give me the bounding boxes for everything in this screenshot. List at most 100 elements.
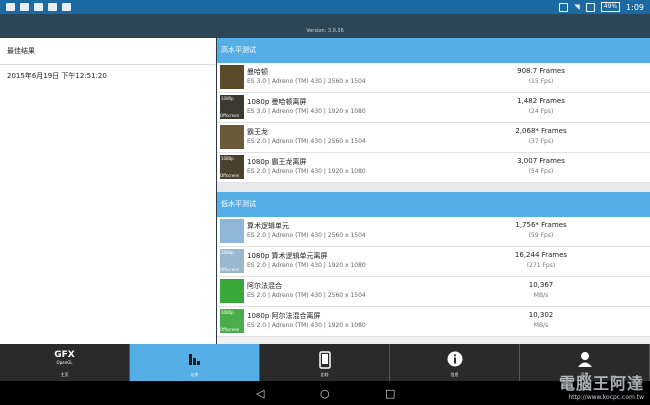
tab-home[interactable]: GFX OpenGL 主页	[0, 344, 130, 381]
thumbnail-offscreen-label: Offscreen	[220, 173, 240, 178]
test-thumbnail	[220, 65, 244, 89]
camera-icon	[62, 3, 71, 11]
info-icon	[447, 351, 463, 371]
watermark-url: http://www.kocpc.com.tw	[568, 394, 644, 401]
watermark-title: 電腦王阿達	[558, 374, 644, 393]
test-thumbnail	[220, 125, 244, 149]
test-name: 霸王龙	[247, 128, 268, 136]
test-fps: (271 Fps)	[526, 262, 556, 269]
home-icon[interactable]: ○	[320, 387, 330, 400]
test-name: 1080p 曼哈顿离屏	[247, 98, 307, 106]
test-thumbnail: 1080p Offscreen	[220, 95, 244, 119]
test-name: 阿尔法混合	[247, 282, 282, 290]
test-fps: MB/s	[533, 322, 549, 329]
test-fps: (54 Fps)	[528, 168, 554, 175]
phone-icon	[318, 351, 331, 373]
test-name: 1080p 霸王龙离屏	[247, 158, 307, 166]
test-info: ES 2.0 | Adreno (TM) 430 | 2560 x 1504	[247, 232, 366, 239]
gfx-logo-text: GFX	[54, 350, 75, 360]
test-score: 1,756* Frames	[515, 221, 567, 229]
test-thumbnail: 1080p Offscreen	[220, 155, 244, 179]
thumbnail-resolution-label: 1080p	[221, 156, 234, 161]
test-thumbnail: 1080p Offscreen	[220, 309, 244, 333]
thumbnail-offscreen-label: Offscreen	[220, 267, 240, 272]
test-row[interactable]: 阿尔法混合 ES 2.0 | Adreno (TM) 430 | 2560 x 1…	[217, 277, 650, 307]
test-fps: (37 Fps)	[528, 138, 554, 145]
tab-results[interactable]: 结果	[130, 344, 260, 381]
notification-icons	[6, 3, 71, 11]
status-bar: ◥ 49% 1:09	[0, 0, 650, 14]
test-info: ES 2.0 | Adreno (TM) 430 | 1920 x 1080	[247, 262, 366, 269]
thumbnail-offscreen-label: Offscreen	[220, 113, 240, 118]
test-row[interactable]: 算术逻辑单元 ES 2.0 | Adreno (TM) 430 | 2560 x …	[217, 217, 650, 247]
notification-icon	[20, 3, 29, 11]
tab-compare[interactable]: 比较	[260, 344, 390, 381]
test-fps: (24 Fps)	[528, 108, 554, 115]
result-date-item[interactable]: 2015年6月19日 下午12:51:20	[0, 65, 216, 87]
tab-info-label: 信息	[450, 372, 459, 377]
system-nav-bar: ◁ ○ □ 電腦王阿達 http://www.kocpc.com.tw	[0, 374, 650, 405]
thumbnail-offscreen-label: Offscreen	[220, 327, 240, 332]
notification-icon	[34, 3, 43, 11]
test-score: 10,367	[528, 281, 554, 289]
test-score: 16,244 Frames	[514, 251, 568, 259]
best-results-heading: 最佳结果	[0, 38, 216, 65]
mute-icon	[585, 2, 595, 12]
test-info: ES 2.0 | Adreno (TM) 430 | 2560 x 1504	[247, 138, 366, 145]
test-row[interactable]: 1080p Offscreen 1080p 霸王龙离屏 ES 2.0 | Adreno…	[217, 153, 650, 183]
test-info: ES 2.0 | Adreno (TM) 430 | 1920 x 1080	[247, 322, 366, 329]
best-results-panel: 最佳结果 2015年6月19日 下午12:51:20	[0, 38, 216, 344]
test-info: ES 2.0 | Adreno (TM) 430 | 1920 x 1080	[247, 168, 366, 175]
test-row[interactable]: 1080p Offscreen 1080p 曼哈顿离屏 ES 3.0 | Adreno…	[217, 93, 650, 123]
bottom-tab-bar: GFX OpenGL 主页 结果 比较 信息 设置	[0, 344, 650, 381]
test-row[interactable]: 曼哈顿 ES 3.0 | Adreno (TM) 430 | 2560 x 150…	[217, 63, 650, 93]
bar-chart-icon	[187, 351, 203, 371]
tab-results-label: 结果	[190, 372, 199, 377]
test-row[interactable]: 1080p Offscreen 1080p 算术逻辑单元离屏 ES 2.0 | Adr…	[217, 247, 650, 277]
thumbnail-resolution-label: 1080p	[221, 96, 234, 101]
back-icon[interactable]: ◁	[256, 387, 264, 400]
tab-compare-label: 比较	[320, 372, 329, 377]
test-thumbnail	[220, 279, 244, 303]
app-title-bar: Version: 3.0.36	[0, 14, 650, 38]
test-score: 10,302	[528, 311, 554, 319]
test-name: 算术逻辑单元	[247, 222, 289, 230]
wifi-icon: ◥	[574, 3, 580, 11]
test-info: ES 3.0 | Adreno (TM) 430 | 1920 x 1080	[247, 108, 366, 115]
version-label: Version: 3.0.36	[306, 28, 344, 34]
section-header-high: 高水平测试	[217, 38, 650, 63]
battery-icon: 49%	[600, 2, 621, 12]
section-gap	[217, 183, 650, 192]
nfc-icon	[559, 2, 569, 12]
test-score: 908.7 Frames	[517, 67, 565, 75]
watermark: 電腦王阿達 http://www.kocpc.com.tw	[559, 370, 644, 401]
test-name: 1080p 算术逻辑单元离屏	[247, 252, 328, 260]
gfx-logo-subtext: OpenGL	[56, 360, 73, 365]
test-score: 3,007 Frames	[517, 157, 565, 165]
clock: 1:09	[626, 2, 644, 12]
notification-icon	[48, 3, 57, 11]
test-name: 1080p 阿尔法混合离屏	[247, 312, 321, 320]
test-score: 2,068* Frames	[515, 127, 567, 135]
test-row[interactable]: 霸王龙 ES 2.0 | Adreno (TM) 430 | 2560 x 150…	[217, 123, 650, 153]
test-score: 1,482 Frames	[517, 97, 565, 105]
test-name: 曼哈顿	[247, 68, 268, 76]
thumbnail-resolution-label: 1080p	[221, 310, 234, 315]
tab-home-label: 主页	[60, 372, 69, 377]
section-header-low: 低水平测试	[217, 192, 650, 217]
notification-icon	[6, 3, 15, 11]
test-info: ES 2.0 | Adreno (TM) 430 | 2560 x 1504	[247, 292, 366, 299]
results-list[interactable]: 高水平测试 曼哈顿 ES 3.0 | Adreno (TM) 430 | 2560…	[217, 38, 650, 344]
test-thumbnail	[220, 219, 244, 243]
test-fps: (59 Fps)	[528, 232, 554, 239]
user-icon	[577, 351, 593, 371]
recents-icon[interactable]: □	[385, 387, 395, 400]
test-thumbnail: 1080p Offscreen	[220, 249, 244, 273]
test-fps: MB/s	[533, 292, 549, 299]
thumbnail-resolution-label: 1080p	[221, 250, 234, 255]
test-fps: (15 Fps)	[528, 78, 554, 85]
tab-info[interactable]: 信息	[390, 344, 520, 381]
test-info: ES 3.0 | Adreno (TM) 430 | 2560 x 1504	[247, 78, 366, 85]
test-row[interactable]: 1080p Offscreen 1080p 阿尔法混合离屏 ES 2.0 | Adre…	[217, 307, 650, 337]
gfx-logo-icon: GFX OpenGL	[54, 350, 75, 366]
